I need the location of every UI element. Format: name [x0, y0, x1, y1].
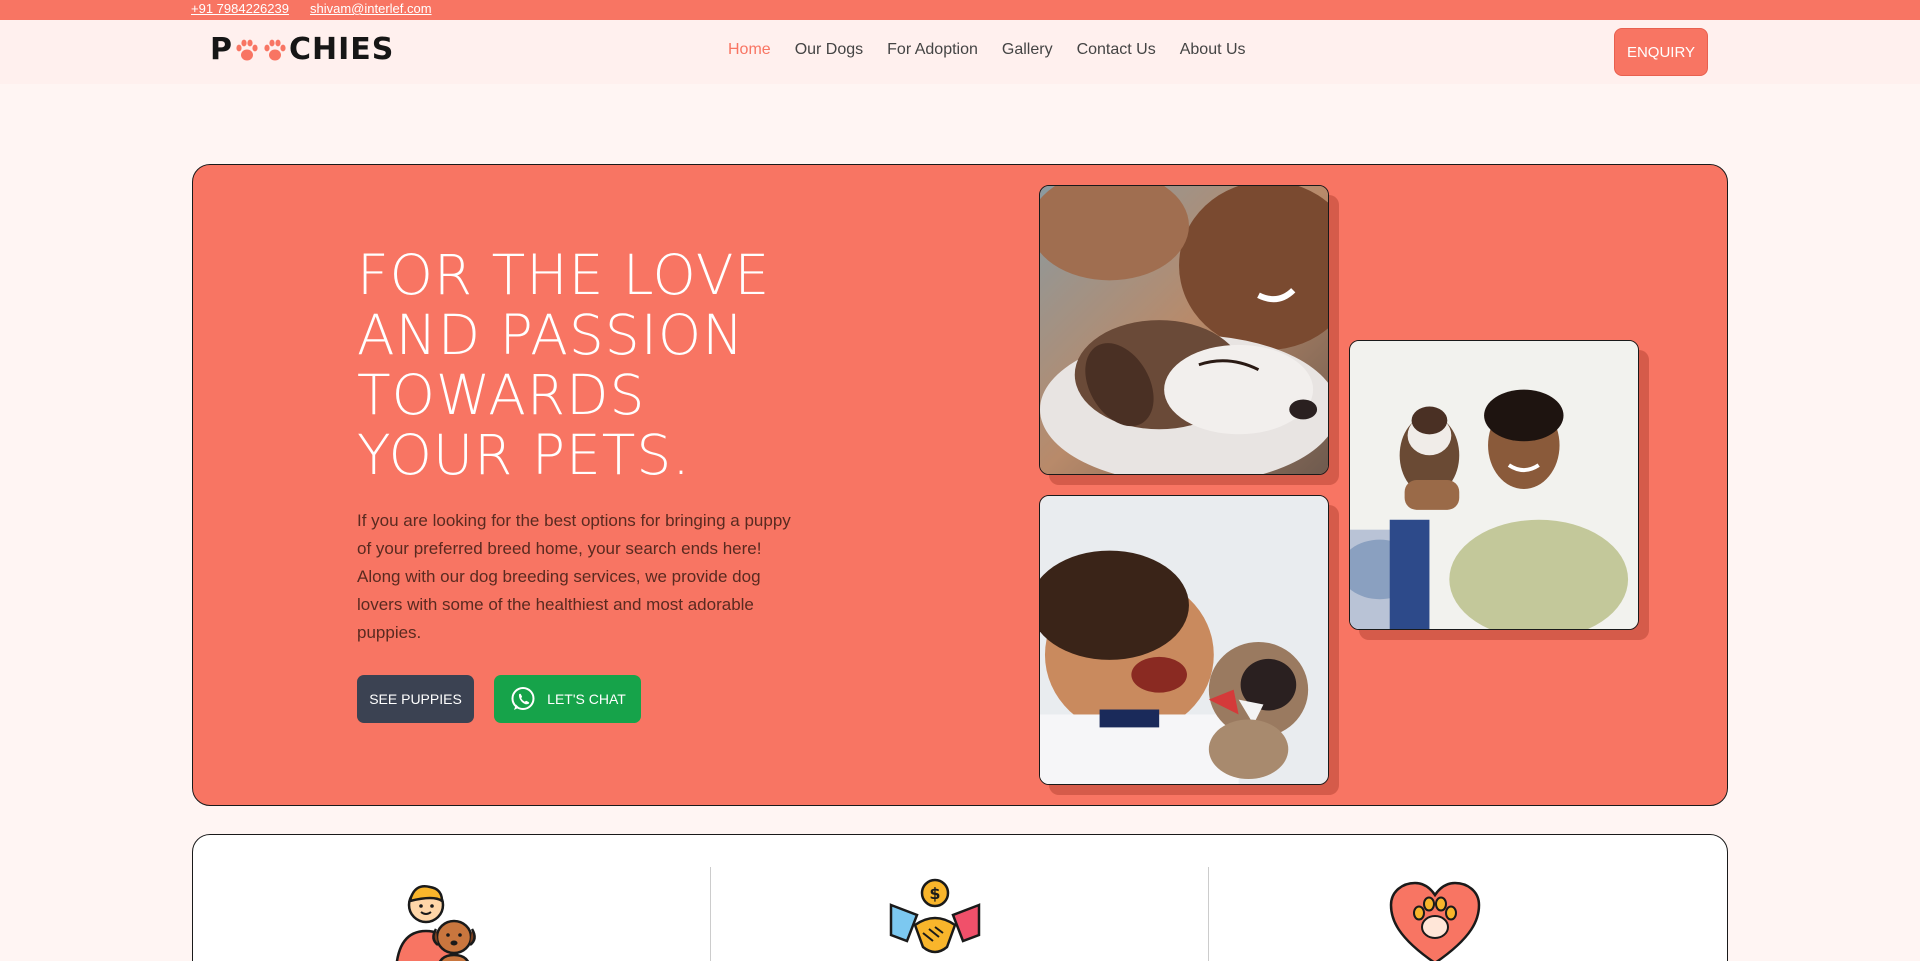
hero-title: FOR THE LOVE AND PASSION TOWARDS YOUR PE… — [357, 245, 817, 485]
site-logo[interactable]: P CHIES — [210, 32, 394, 67]
paw-icon — [262, 37, 288, 63]
hero-title-line: TOWARDS — [357, 363, 646, 427]
hero-photo-man-lifting-puppy — [1349, 340, 1639, 630]
svg-text:$: $ — [929, 884, 940, 903]
logo-suffix: CHIES — [289, 32, 395, 67]
nav-our-dogs[interactable]: Our Dogs — [795, 41, 863, 59]
enquiry-button[interactable]: ENQUIRY — [1614, 28, 1708, 76]
nav-contact-us[interactable]: Contact Us — [1077, 41, 1156, 59]
nav-home[interactable]: Home — [728, 41, 771, 59]
see-puppies-button[interactable]: SEE PUPPIES — [357, 675, 474, 723]
top-contact-bar: +91 7984226239 shivam@interlef.com — [0, 0, 1920, 20]
feature-divider — [1208, 867, 1209, 961]
email-link[interactable]: shivam@interlef.com — [310, 1, 432, 16]
heart-paw-icon — [1387, 875, 1483, 961]
hero-description: If you are looking for the best options … — [357, 511, 791, 642]
hero-photo-man-sleeping-puppy — [1039, 185, 1329, 475]
features-section: $ — [192, 834, 1728, 961]
hero-photo-boy-with-pug — [1039, 495, 1329, 785]
nav-gallery[interactable]: Gallery — [1002, 41, 1053, 59]
hero-title-line: YOUR PETS. — [357, 423, 691, 487]
whatsapp-icon — [509, 685, 537, 713]
phone-link[interactable]: +91 7984226239 — [191, 1, 289, 16]
handshake-dollar-icon: $ — [887, 875, 983, 961]
feature-divider — [710, 867, 711, 961]
nav-for-adoption[interactable]: For Adoption — [887, 41, 978, 59]
nav-about-us[interactable]: About Us — [1180, 41, 1246, 59]
boy-with-dog-icon — [388, 875, 484, 961]
logo-prefix: P — [210, 32, 233, 67]
paw-icon — [234, 37, 260, 63]
hero-title-line: FOR THE LOVE — [357, 243, 771, 307]
lets-chat-button[interactable]: LET'S CHAT — [494, 675, 641, 723]
main-nav: Home Our Dogs For Adoption Gallery Conta… — [728, 41, 1270, 59]
lets-chat-label: LET'S CHAT — [547, 691, 626, 707]
hero-title-line: AND PASSION — [357, 303, 745, 367]
site-header: P CHIES Home Our Dogs For Adoption Galle… — [0, 20, 1920, 84]
hero-section: FOR THE LOVE AND PASSION TOWARDS YOUR PE… — [192, 164, 1728, 806]
